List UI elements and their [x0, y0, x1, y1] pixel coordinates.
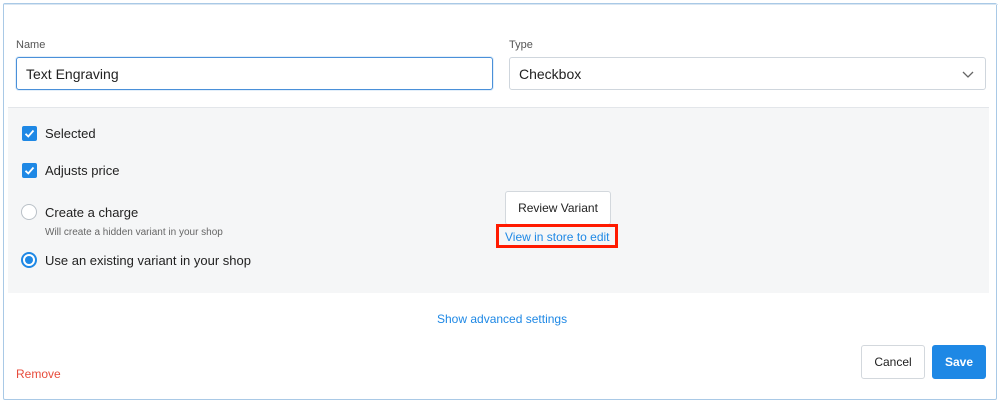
- options-panel: Selected Adjusts price Create a charge W…: [8, 107, 989, 293]
- create-charge-hint: Will create a hidden variant in your sho…: [45, 227, 223, 238]
- checkmark-icon: [24, 166, 35, 175]
- selected-label: Selected: [45, 126, 96, 141]
- option-editor-card: Name Type Checkbox Selected Adjusts pric…: [3, 3, 998, 400]
- show-advanced-settings-link[interactable]: Show advanced settings: [437, 312, 567, 326]
- cancel-button[interactable]: Cancel: [861, 345, 925, 379]
- adjusts-price-checkbox[interactable]: [22, 163, 37, 178]
- type-select-value: Checkbox: [519, 65, 582, 82]
- checkmark-icon: [24, 129, 35, 138]
- name-field-label: Name: [16, 39, 46, 51]
- name-input[interactable]: [16, 57, 493, 90]
- type-select[interactable]: Checkbox: [509, 57, 986, 90]
- selected-checkbox[interactable]: [22, 126, 37, 141]
- remove-link[interactable]: Remove: [16, 367, 61, 381]
- create-charge-radio[interactable]: [21, 204, 37, 220]
- existing-variant-radio[interactable]: [21, 252, 37, 268]
- adjusts-price-label: Adjusts price: [45, 163, 120, 178]
- create-charge-radio-row[interactable]: Create a charge: [21, 204, 138, 220]
- type-field-label: Type: [509, 39, 533, 51]
- selected-checkbox-row[interactable]: Selected: [22, 126, 96, 141]
- chevron-down-icon: [962, 71, 974, 78]
- existing-variant-radio-row[interactable]: Use an existing variant in your shop: [21, 252, 251, 268]
- adjusts-price-checkbox-row[interactable]: Adjusts price: [22, 163, 119, 178]
- save-button[interactable]: Save: [932, 345, 986, 379]
- card-top-divider: [4, 4, 998, 5]
- existing-variant-label: Use an existing variant in your shop: [45, 252, 251, 268]
- view-in-store-link[interactable]: View in store to edit: [505, 230, 610, 244]
- create-charge-label: Create a charge: [45, 204, 139, 220]
- review-variant-button[interactable]: Review Variant: [505, 191, 611, 225]
